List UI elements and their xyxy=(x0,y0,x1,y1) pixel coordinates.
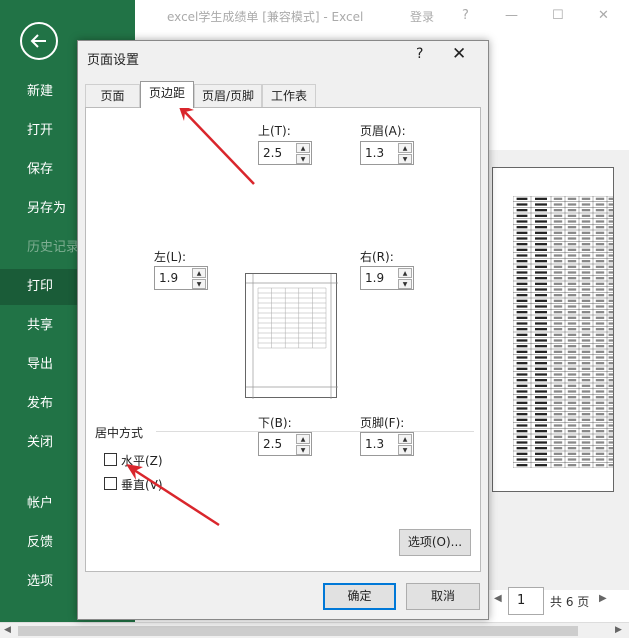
help-icon[interactable]: ? xyxy=(462,8,469,23)
print-preview-page xyxy=(492,167,614,492)
right-margin-value[interactable]: 1.9 xyxy=(365,271,384,285)
tab-margins[interactable]: 页边距 xyxy=(140,81,194,108)
title-bar: excel学生成绩单 [兼容模式] - Excel 登录 ? — ☐ ✕ xyxy=(135,0,629,32)
spin-down-icon[interactable]: ▼ xyxy=(296,445,310,455)
center-horizontal-checkbox[interactable] xyxy=(104,453,117,466)
options-button[interactable]: 选项(O)... xyxy=(399,529,471,556)
spin-up-icon[interactable]: ▲ xyxy=(296,434,310,444)
scroll-right-icon[interactable]: ▶ xyxy=(615,625,622,635)
spin-up-icon[interactable]: ▲ xyxy=(398,268,412,278)
page-number-input[interactable]: 1 xyxy=(508,587,544,615)
margins-panel: 上(T): 2.5 ▲ ▼ 页眉(A): 1.3 ▲ ▼ 左(L): 1.9 ▲… xyxy=(85,107,481,572)
back-button[interactable] xyxy=(20,22,58,60)
page-setup-dialog: 页面设置 ? ✕ 页面 页边距 页眉/页脚 工作表 上(T): 2.5 ▲ ▼ … xyxy=(77,40,489,620)
group-divider xyxy=(156,431,474,432)
spin-up-icon[interactable]: ▲ xyxy=(398,143,412,153)
window-title: excel学生成绩单 [兼容模式] - Excel xyxy=(167,10,364,24)
footer-margin-spinner[interactable]: 1.3 ▲ ▼ xyxy=(360,432,414,456)
arrow-left-icon xyxy=(30,34,46,48)
spin-up-icon[interactable]: ▲ xyxy=(296,143,310,153)
right-margin-spinner[interactable]: 1.9 ▲ ▼ xyxy=(360,266,414,290)
footer-margin-value[interactable]: 1.3 xyxy=(365,437,384,451)
bottom-margin-spinner[interactable]: 2.5 ▲ ▼ xyxy=(258,432,312,456)
bottom-margin-label: 下(B): xyxy=(258,416,292,430)
spin-up-icon[interactable]: ▲ xyxy=(398,434,412,444)
scrollbar-thumb[interactable] xyxy=(18,626,578,636)
bottom-margin-value[interactable]: 2.5 xyxy=(263,437,282,451)
horizontal-scrollbar[interactable]: ◀ ▶ xyxy=(0,622,629,638)
spin-down-icon[interactable]: ▼ xyxy=(398,279,412,289)
dialog-title: 页面设置 xyxy=(87,53,140,68)
center-vertical-checkbox[interactable] xyxy=(104,477,117,490)
top-margin-value[interactable]: 2.5 xyxy=(263,146,282,160)
spin-down-icon[interactable]: ▼ xyxy=(192,279,206,289)
dialog-help-icon[interactable]: ? xyxy=(416,46,423,62)
top-margin-spinner[interactable]: 2.5 ▲ ▼ xyxy=(258,141,312,165)
minimize-icon[interactable]: — xyxy=(505,8,518,23)
spin-down-icon[interactable]: ▼ xyxy=(398,154,412,164)
right-margin-label: 右(R): xyxy=(360,250,394,264)
center-vertical-label[interactable]: 垂直(V) xyxy=(121,476,163,493)
login-link[interactable]: 登录 xyxy=(410,8,434,25)
left-margin-spinner[interactable]: 1.9 ▲ ▼ xyxy=(154,266,208,290)
tab-page[interactable]: 页面 xyxy=(85,84,140,107)
center-horizontal-label[interactable]: 水平(Z) xyxy=(121,452,163,469)
center-on-page-label: 居中方式 xyxy=(95,426,144,440)
left-margin-label: 左(L): xyxy=(154,250,187,264)
preview-table-graphic xyxy=(513,196,613,468)
header-margin-label: 页眉(A): xyxy=(360,124,406,138)
page-total: 共 6 页 xyxy=(550,595,590,609)
spin-down-icon[interactable]: ▼ xyxy=(398,445,412,455)
footer-margin-label: 页脚(F): xyxy=(360,416,405,430)
next-page-icon[interactable]: ▶ xyxy=(599,593,607,604)
spin-down-icon[interactable]: ▼ xyxy=(296,154,310,164)
margin-preview-graphic xyxy=(245,273,338,399)
spin-up-icon[interactable]: ▲ xyxy=(192,268,206,278)
top-margin-label: 上(T): xyxy=(258,124,291,138)
scroll-left-icon[interactable]: ◀ xyxy=(4,625,11,635)
close-window-icon[interactable]: ✕ xyxy=(598,8,609,23)
maximize-icon[interactable]: ☐ xyxy=(552,8,564,23)
prev-page-icon[interactable]: ◀ xyxy=(494,593,502,604)
left-margin-value[interactable]: 1.9 xyxy=(159,271,178,285)
cancel-button[interactable]: 取消 xyxy=(406,583,480,610)
dialog-close-icon[interactable]: ✕ xyxy=(452,44,466,64)
header-margin-value[interactable]: 1.3 xyxy=(365,146,384,160)
tab-sheet[interactable]: 工作表 xyxy=(262,84,316,107)
tab-header-footer[interactable]: 页眉/页脚 xyxy=(194,84,262,107)
page-margin-diagram xyxy=(246,274,338,399)
header-margin-spinner[interactable]: 1.3 ▲ ▼ xyxy=(360,141,414,165)
ok-button[interactable]: 确定 xyxy=(323,583,396,610)
